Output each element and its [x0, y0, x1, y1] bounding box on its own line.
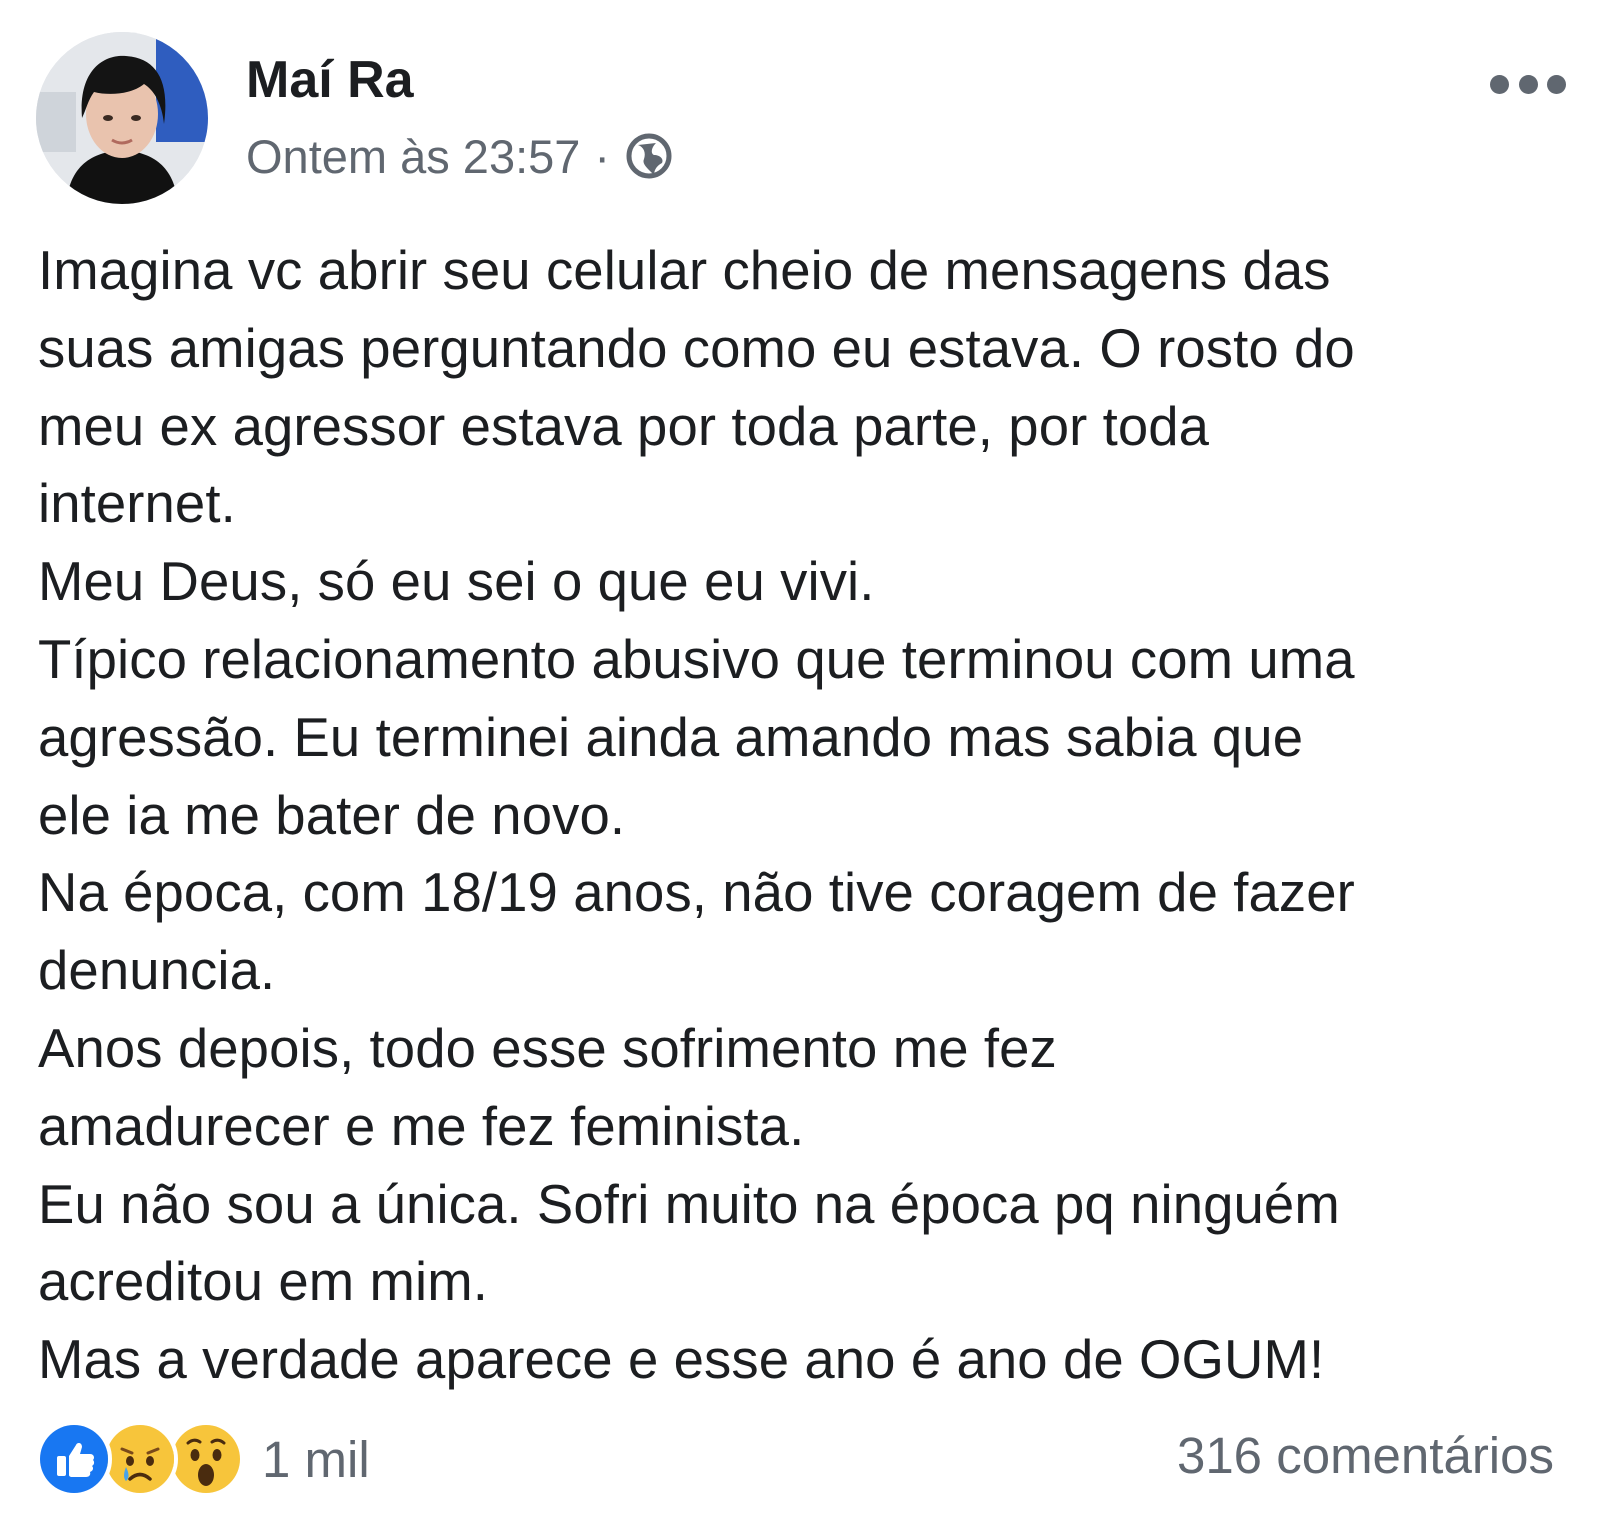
post-body-line: internet.: [38, 473, 236, 535]
avatar[interactable]: [36, 32, 208, 204]
post-body-line: Imagina vc abrir seu celular cheio de me…: [38, 240, 1331, 301]
post-body-line: Eu não sou a única. Sofri muito na época…: [38, 1173, 1340, 1235]
post-body-line: ele ia me bater de novo.: [38, 784, 626, 846]
post-body-line: Meu Deus, só eu sei o que eu vivi.: [38, 551, 875, 613]
post-body-line: agressão. Eu terminei ainda amando mas s…: [38, 706, 1304, 768]
post-footer: 1 mil 316 comentários: [36, 1418, 1566, 1500]
post-timestamp[interactable]: Ontem às 23:57: [246, 129, 580, 184]
sad-icon: [102, 1421, 178, 1497]
post-body-line: amadurecer e me fez feminista.: [38, 1095, 805, 1157]
post-body-line: Mas a verdade aparece e esse ano é ano d…: [38, 1329, 1325, 1391]
more-options-icon[interactable]: [1490, 72, 1566, 96]
post-body-line: Típico relacionamento abusivo que termin…: [38, 628, 1355, 690]
reactions-summary[interactable]: 1 mil: [36, 1418, 370, 1500]
post-body-line: Anos depois, todo esse sofrimento me fez: [38, 1017, 1057, 1079]
post-body-line: denuncia.: [38, 940, 276, 1002]
author-name[interactable]: Maí Ra: [246, 50, 414, 110]
post-body-line: meu ex agressor estava por toda parte, p…: [38, 395, 1210, 457]
facebook-post: Maí Ra Ontem às 23:57 · Imagina vc abrir…: [0, 0, 1600, 1537]
post-meta: Ontem às 23:57 ·: [246, 128, 674, 184]
post-body-line: Na época, com 18/19 anos, não tive corag…: [38, 862, 1355, 924]
post-header: Maí Ra Ontem às 23:57 ·: [36, 32, 1566, 208]
post-body-line: suas amigas perguntando como eu estava. …: [38, 317, 1355, 379]
reaction-count: 1 mil: [262, 1430, 370, 1488]
post-body-line: acreditou em mim.: [38, 1251, 488, 1313]
wow-icon: [168, 1421, 244, 1497]
post-body: Imagina vc abrir seu celular cheio de me…: [38, 232, 1568, 1399]
globe-icon[interactable]: [624, 131, 674, 181]
meta-separator: ·: [594, 129, 611, 183]
like-icon: [36, 1421, 112, 1497]
comments-count-link[interactable]: 316 comentários: [1177, 1426, 1554, 1485]
